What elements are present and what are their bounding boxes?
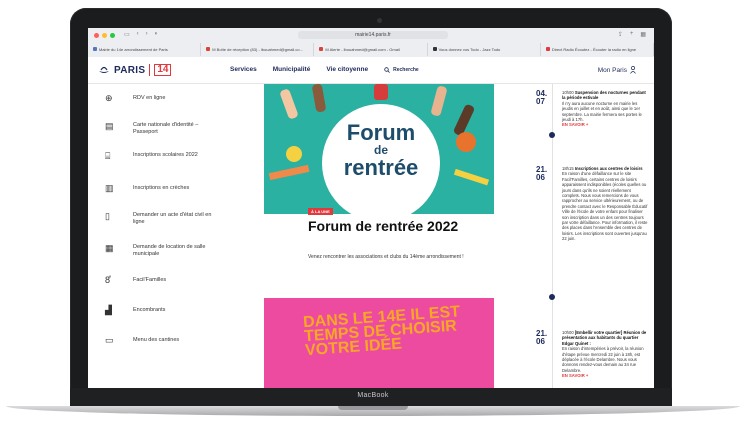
site-header: PARIS 14 Services Municipalité Vie citoy… <box>88 57 654 84</box>
timeline-entry: 10h00 Suspension des nocturnes pendant l… <box>562 90 646 128</box>
nav-municipalite[interactable]: Municipalité <box>273 66 311 73</box>
news-timeline: 04. 07 10h00 Suspension des nocturnes pen… <box>528 84 654 388</box>
en-savoir-plus-link[interactable]: EN SAVOIR + <box>562 122 588 127</box>
timeline-date: 21. 06 <box>536 329 548 346</box>
camera-icon <box>377 18 382 23</box>
paris-14-logo[interactable]: PARIS 14 <box>98 64 172 76</box>
book-icon: ▭ <box>105 335 114 345</box>
timeline-entry: 18h15 Inscriptions aux centres de loisir… <box>562 166 648 242</box>
browser-toolbar: ▭ ‹ › ◐ mairie14.paris.fr ⇪ + ▦ Mairie d… <box>88 28 654 58</box>
favicon-icon <box>93 47 97 51</box>
share-icon[interactable]: ⇪ <box>618 31 623 38</box>
forum-rentree-image[interactable]: Forum de rentrée <box>264 84 494 214</box>
search-button[interactable]: Recherche <box>384 66 419 73</box>
favicon-icon <box>432 47 437 51</box>
close-window-icon[interactable] <box>94 33 99 38</box>
calendar-icon: ▦ <box>105 243 114 253</box>
tab[interactable]: Mairie du 14e arrondissement de Paris <box>88 43 202 56</box>
a-la-une-badge: À LA UNE <box>308 208 333 215</box>
minimize-window-icon[interactable] <box>102 33 107 38</box>
logo-separator <box>149 64 151 76</box>
gmail-icon <box>206 47 211 51</box>
laptop-notch <box>338 406 408 410</box>
timeline-date: 21. 06 <box>536 165 548 182</box>
laptop-brand: MacBook <box>357 392 389 399</box>
radio-icon <box>545 47 550 51</box>
tab-overview-icon[interactable]: ▦ <box>640 31 646 38</box>
timeline-date: 04. 07 <box>536 89 548 106</box>
en-savoir-plus-link[interactable]: EN SAVOIR + <box>562 373 588 378</box>
screen: ▭ ‹ › ◐ mairie14.paris.fr ⇪ + ▦ Mairie d… <box>88 28 654 388</box>
ship-logo-icon <box>99 66 109 73</box>
article-description: Venez rencontrer les associations et clu… <box>308 254 464 260</box>
nav-vie-citoyenne[interactable]: Vie citoyenne <box>326 66 368 73</box>
address-bar[interactable]: mairie14.paris.fr <box>298 31 448 39</box>
window-controls <box>94 33 115 38</box>
budget-participatif-image[interactable]: DANS LE 14E IL EST TEMPS DE CHOISIR VOTR… <box>264 298 494 388</box>
image-text: DANS LE 14E IL EST TEMPS DE CHOISIR VOTR… <box>302 303 461 360</box>
timeline-entry: 10h00 [Embellir votre quartier] Réunion … <box>562 330 647 379</box>
sidebar-toggle-icon[interactable]: ▭ <box>124 31 130 38</box>
tab[interactable]: M Alerte - lbouahmed@gmail.com - Gmail <box>314 43 428 56</box>
gmail-icon <box>319 47 324 51</box>
id-card-icon: ▤ <box>105 121 114 131</box>
back-icon[interactable]: ‹ <box>137 31 139 38</box>
family-icon: 8̊ <box>105 275 111 285</box>
new-tab-icon[interactable]: + <box>630 31 634 38</box>
image-title: Forum de rentrée <box>343 120 419 180</box>
document-icon: ▯ <box>105 211 110 221</box>
forward-icon[interactable]: › <box>146 31 148 38</box>
shield-icon[interactable]: ◐ <box>155 31 159 38</box>
user-icon <box>630 66 636 74</box>
tab-bar: Mairie du 14e arrondissement de Paris M … <box>88 43 654 56</box>
search-icon <box>384 66 390 73</box>
tab[interactable]: Vous donnez vos Todo - Jazz Todo <box>428 43 541 56</box>
tab[interactable]: M Boîte de réception (83) - lbouahmed@gm… <box>201 43 315 56</box>
maximize-window-icon[interactable] <box>110 33 115 38</box>
browser-actions: ⇪ + ▦ <box>618 31 646 38</box>
timeline-dot <box>549 132 555 138</box>
laptop: ▭ ‹ › ◐ mairie14.paris.fr ⇪ + ▦ Mairie d… <box>0 0 746 428</box>
browser-nav-icons: ▭ ‹ › ◐ <box>124 31 158 38</box>
nav-services[interactable]: Services <box>230 66 257 73</box>
backpack-icon: ⌸ <box>105 151 111 161</box>
mon-paris-button[interactable]: Mon Paris <box>598 66 636 74</box>
timeline-line <box>552 84 553 388</box>
building-icon: ▥ <box>105 183 114 193</box>
quick-links-sidebar: ⊕ RDV en ligne ▤ Carte nationale d'ident… <box>88 84 248 388</box>
bulky-waste-icon: ▟ <box>105 305 112 315</box>
article-title[interactable]: Forum de rentrée 2022 <box>308 219 488 234</box>
tab[interactable]: Direct Radio Écoutez - Écouter la radio … <box>541 43 654 56</box>
timeline-dot <box>549 294 555 300</box>
news-feed: Forum de rentrée À LA UNE Forum de rentr… <box>264 84 494 388</box>
globe-icon: ⊕ <box>105 93 113 103</box>
main-nav: Services Municipalité Vie citoyenne Rech… <box>230 66 419 73</box>
